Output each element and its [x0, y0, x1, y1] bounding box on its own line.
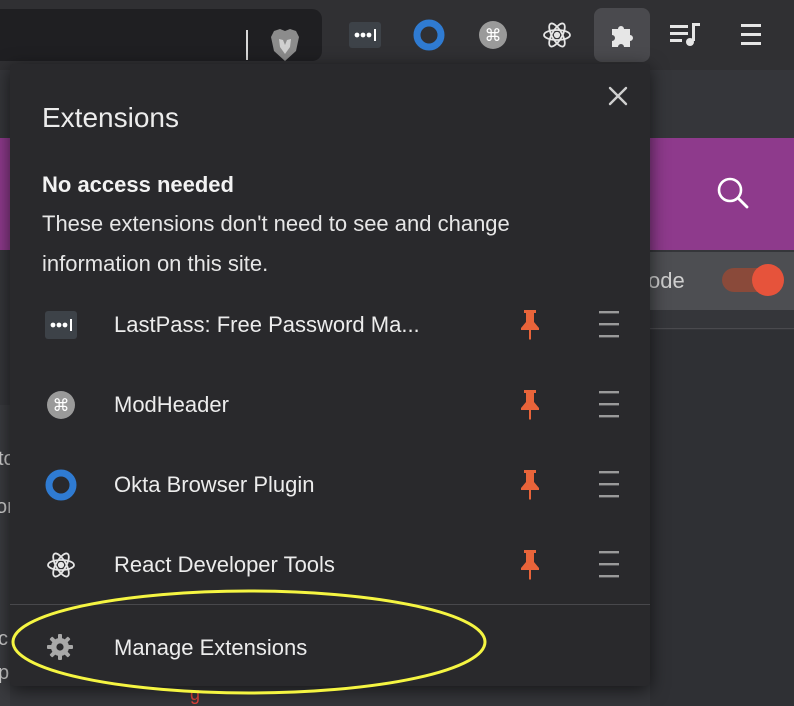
pin-icon[interactable] [518, 388, 542, 420]
extension-name: React Developer Tools [114, 552, 335, 577]
extensions-puzzle-icon[interactable] [594, 8, 650, 62]
popup-title: Extensions [42, 102, 179, 133]
section-title: No access needed [42, 172, 234, 197]
address-bar-separator [246, 30, 248, 60]
media-queue-icon[interactable] [664, 14, 706, 56]
extension-menu-icon[interactable] [598, 468, 620, 500]
menu-icon[interactable] [730, 14, 772, 56]
svg-text:⌘: ⌘ [485, 26, 502, 46]
okta-icon[interactable] [408, 14, 450, 56]
extension-item[interactable]: React Developer Tools [10, 524, 650, 604]
react-icon[interactable] [536, 14, 578, 56]
search-icon[interactable] [716, 176, 750, 210]
manage-extensions-label: Manage Extensions [114, 635, 308, 660]
address-bar[interactable] [0, 9, 322, 61]
popup-divider [10, 604, 650, 605]
page-text-fragment: p [0, 662, 10, 684]
modheader-icon: ⌘ [44, 388, 78, 422]
okta-icon [44, 468, 78, 502]
site-header-banner [640, 138, 794, 250]
page-red-text-fragment: g [190, 684, 201, 704]
extension-item[interactable]: Okta Browser Plugin [10, 444, 650, 524]
pin-icon[interactable] [518, 308, 542, 340]
extension-name: ModHeader [114, 392, 229, 417]
extension-item[interactable]: LastPass: Free Password Ma... [10, 284, 650, 364]
lastpass-icon [44, 308, 78, 342]
pin-icon[interactable] [518, 468, 542, 500]
close-button[interactable] [604, 82, 632, 110]
manage-extensions-button[interactable]: Manage Extensions [10, 609, 650, 683]
mode-toggle-knob[interactable] [752, 264, 784, 296]
page-text-fragment: c [0, 628, 8, 650]
lastpass-icon[interactable] [344, 14, 386, 56]
section-description: These extensions don't need to see and c… [42, 211, 510, 276]
extension-name: LastPass: Free Password Ma... [114, 312, 420, 337]
gear-icon [47, 634, 73, 660]
mode-toggle-label: ode [648, 268, 685, 293]
close-icon [608, 86, 628, 106]
extension-menu-icon[interactable] [598, 548, 620, 580]
browser-toolbar: ⌘ [0, 0, 794, 70]
page-divider [650, 328, 794, 329]
page-content-panel [650, 330, 794, 706]
svg-text:⌘: ⌘ [53, 396, 70, 416]
extension-menu-icon[interactable] [598, 388, 620, 420]
react-icon [44, 548, 78, 582]
extensions-popup: Extensions No access needed These extens… [10, 64, 650, 686]
modheader-icon[interactable]: ⌘ [472, 14, 514, 56]
brave-lion-icon[interactable] [268, 27, 302, 63]
extension-name: Okta Browser Plugin [114, 472, 315, 497]
extension-menu-icon[interactable] [598, 308, 620, 340]
site-header-banner-edge [0, 138, 10, 250]
extension-item[interactable]: ⌘ ModHeader [10, 364, 650, 444]
pin-icon[interactable] [518, 548, 542, 580]
